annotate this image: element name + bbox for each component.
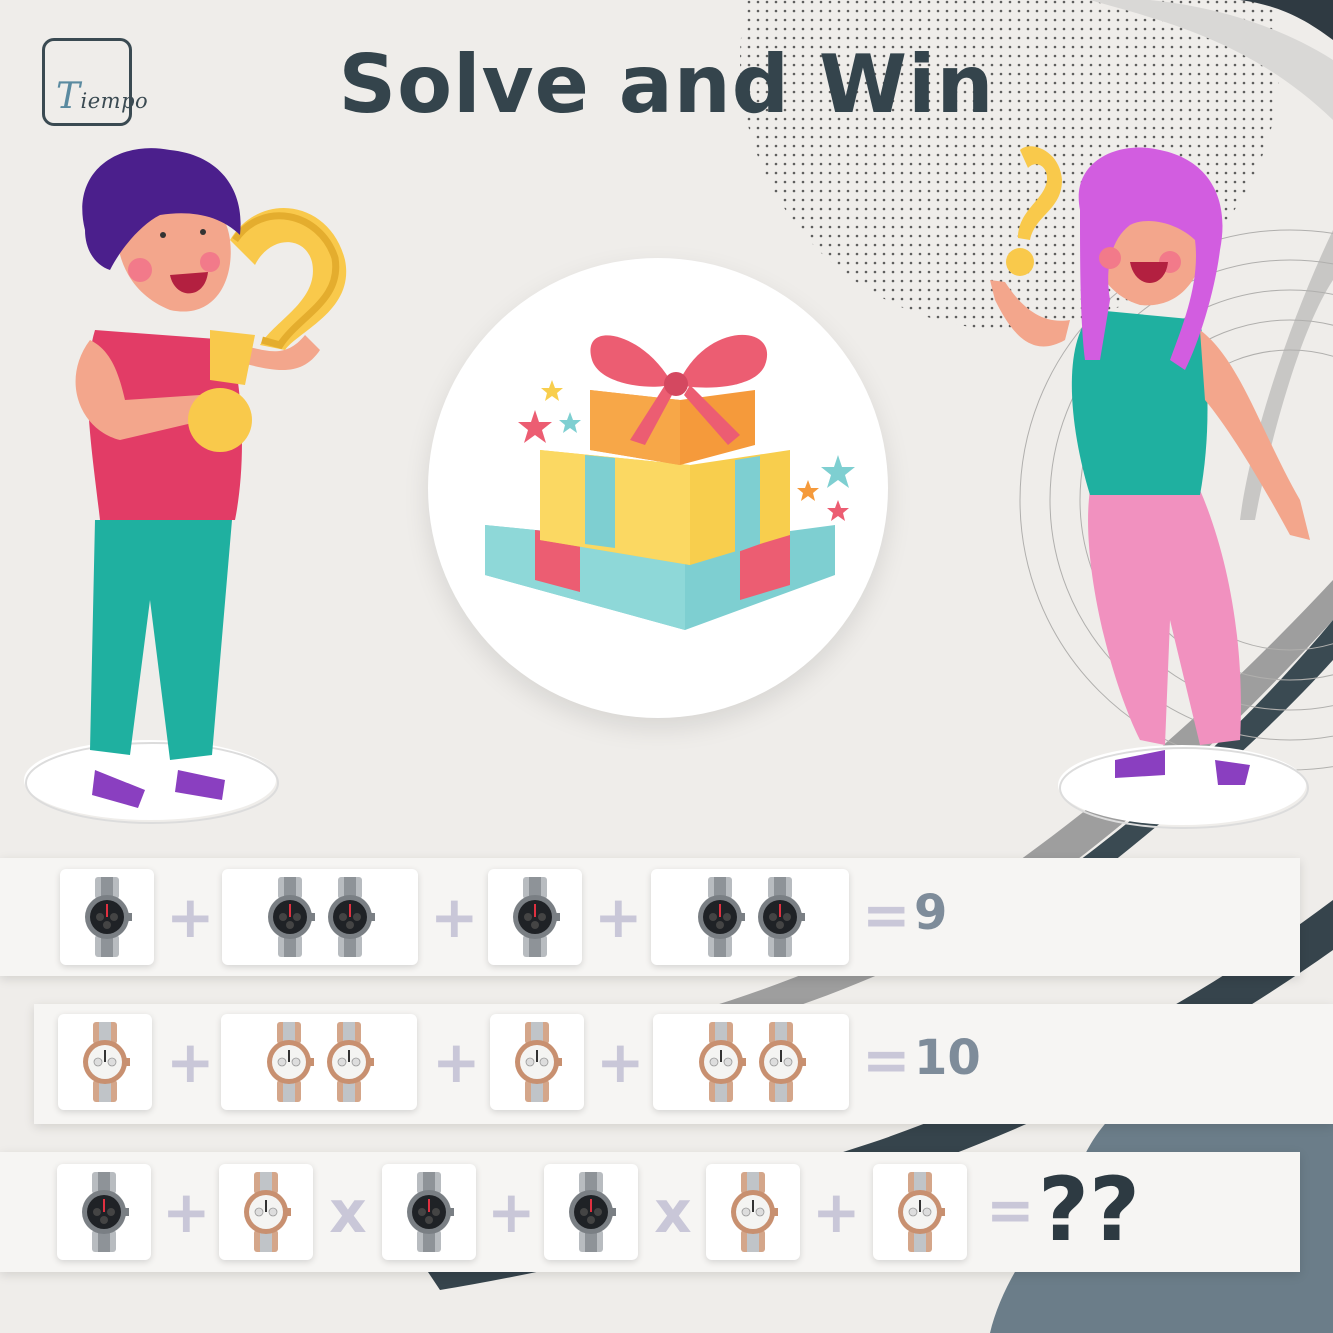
plus-operator: +	[812, 1178, 861, 1246]
watch-tile	[653, 1014, 849, 1110]
equals-operator: =	[862, 881, 911, 949]
watch-tile	[222, 869, 418, 965]
rose-gold-watch-icon	[731, 1172, 778, 1252]
rose-gold-watch-icon	[267, 1022, 314, 1102]
plus-operator: +	[487, 1178, 536, 1246]
black-watch-icon	[85, 877, 132, 957]
times-operator: x	[329, 1178, 367, 1246]
equation-result: 9	[914, 885, 948, 941]
unknown-answer: ??	[1038, 1158, 1141, 1261]
rose-gold-watch-icon	[327, 1022, 374, 1102]
times-operator: x	[654, 1178, 692, 1246]
black-watch-icon	[698, 877, 745, 957]
equals-operator: =	[986, 1176, 1035, 1244]
black-watch-icon	[513, 877, 560, 957]
rose-gold-watch-icon	[515, 1022, 562, 1102]
black-watch-icon	[82, 1172, 129, 1252]
gift-icon	[485, 334, 855, 630]
black-watch-icon	[268, 877, 315, 957]
rose-gold-watch-icon	[83, 1022, 130, 1102]
black-watch-icon	[758, 877, 805, 957]
watch-tile	[221, 1014, 417, 1110]
rose-gold-watch-icon	[759, 1022, 806, 1102]
rose-gold-watch-icon	[244, 1172, 291, 1252]
black-watch-icon	[407, 1172, 454, 1252]
plus-operator: +	[432, 1028, 481, 1096]
equation-result: 10	[914, 1030, 981, 1086]
plus-operator: +	[166, 883, 215, 951]
equals-operator: =	[862, 1026, 911, 1094]
puzzle-poster: Tiempo Solve and Win + + + = 9 + + + = 1…	[0, 0, 1333, 1333]
plus-operator: +	[594, 883, 643, 951]
plus-operator: +	[596, 1028, 645, 1096]
plus-operator: +	[162, 1178, 211, 1246]
plus-operator: +	[166, 1028, 215, 1096]
rose-gold-watch-icon	[898, 1172, 945, 1252]
plus-operator: +	[430, 883, 479, 951]
black-watch-icon	[569, 1172, 616, 1252]
rose-gold-watch-icon	[699, 1022, 746, 1102]
watch-tile	[651, 869, 849, 965]
black-watch-icon	[328, 877, 375, 957]
